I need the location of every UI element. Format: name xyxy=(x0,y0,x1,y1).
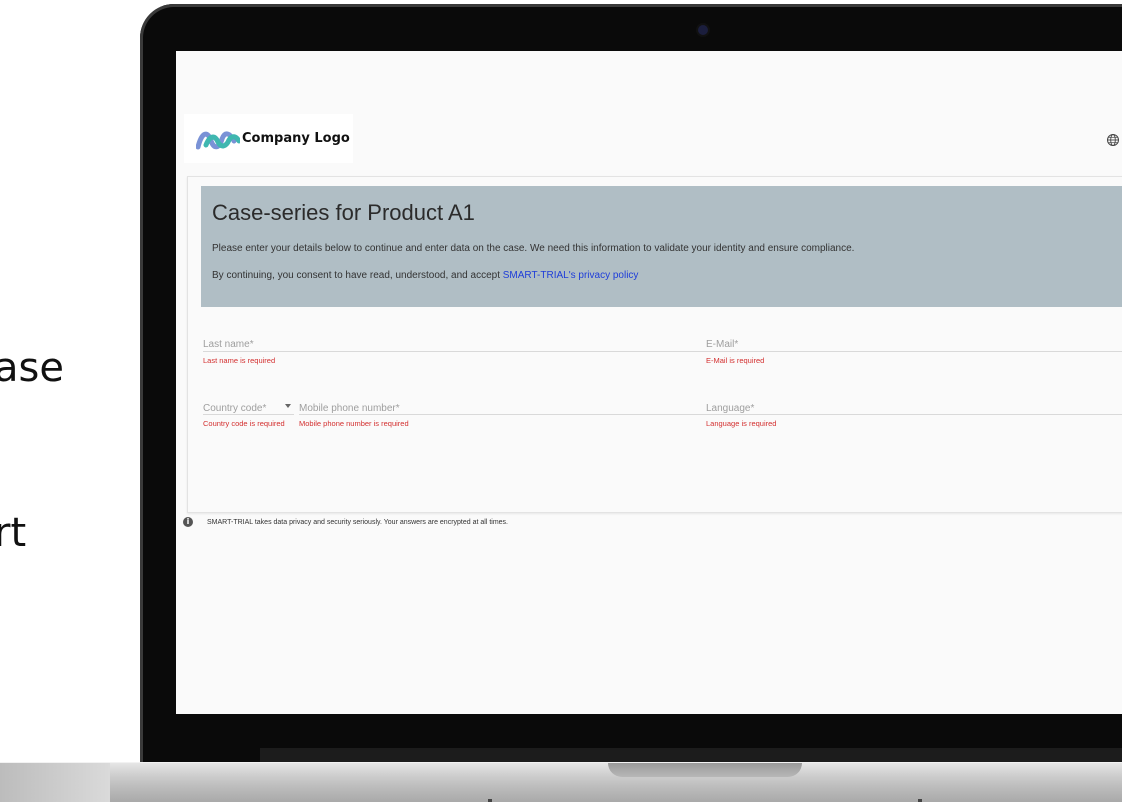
last-name-error: Last name is required xyxy=(203,356,276,365)
privacy-notice: i SMART-TRIAL takes data privacy and sec… xyxy=(183,517,508,527)
required-mark: * xyxy=(750,403,755,414)
laptop-notch xyxy=(608,763,802,777)
language-error: Language is required xyxy=(706,419,777,428)
consent-text: By continuing, you consent to have read,… xyxy=(212,270,638,281)
language-label: Language xyxy=(706,403,751,414)
language-underline[interactable] xyxy=(706,414,1122,415)
last-name-field[interactable]: Last name* xyxy=(203,334,254,352)
required-mark: * xyxy=(249,339,254,350)
mobile-phone-underline[interactable] xyxy=(299,414,706,415)
required-mark: * xyxy=(395,403,400,414)
page-title: Case-series for Product A1 xyxy=(212,200,475,225)
laptop-base-edge xyxy=(0,763,110,802)
consent-prefix: By continuing, you consent to have read,… xyxy=(212,270,503,281)
country-code-error: Country code is required xyxy=(203,419,285,428)
email-underline[interactable] xyxy=(706,351,1122,352)
last-name-label: Last name xyxy=(203,339,250,350)
email-field[interactable]: E-Mail* xyxy=(706,334,738,352)
globe-icon[interactable] xyxy=(1106,133,1120,147)
mobile-phone-label: Mobile phone number xyxy=(299,403,396,414)
chevron-down-icon[interactable] xyxy=(285,404,291,408)
required-mark: * xyxy=(262,403,267,414)
laptop-bezel-strip xyxy=(260,748,1122,762)
email-error: E-Mail is required xyxy=(706,356,765,365)
info-icon: i xyxy=(183,517,193,527)
background-text-fragment-2: rt xyxy=(0,510,27,556)
country-code-underline[interactable] xyxy=(203,414,294,415)
privacy-notice-text: SMART-TRIAL takes data privacy and secur… xyxy=(207,518,508,526)
privacy-policy-link[interactable]: SMART-TRIAL's privacy policy xyxy=(503,270,639,281)
email-label: E-Mail xyxy=(706,339,735,350)
wave-logo-icon xyxy=(196,131,240,149)
required-mark: * xyxy=(734,339,739,350)
background-text-fragment-1: ase xyxy=(0,345,64,391)
laptop-base xyxy=(0,762,1122,802)
laptop-screen: Company Logo Case-series for Product A1 … xyxy=(176,51,1122,714)
mobile-phone-error: Mobile phone number is required xyxy=(299,419,409,428)
last-name-underline[interactable] xyxy=(203,351,706,352)
form-card: Case-series for Product A1 Please enter … xyxy=(187,176,1122,513)
webcam-icon xyxy=(698,25,708,35)
country-code-label: Country code xyxy=(203,403,263,414)
company-logo[interactable]: Company Logo xyxy=(184,114,353,163)
company-logo-text: Company Logo xyxy=(242,131,350,146)
form-header-panel: Case-series for Product A1 Please enter … xyxy=(201,186,1122,307)
form-description: Please enter your details below to conti… xyxy=(212,243,855,254)
